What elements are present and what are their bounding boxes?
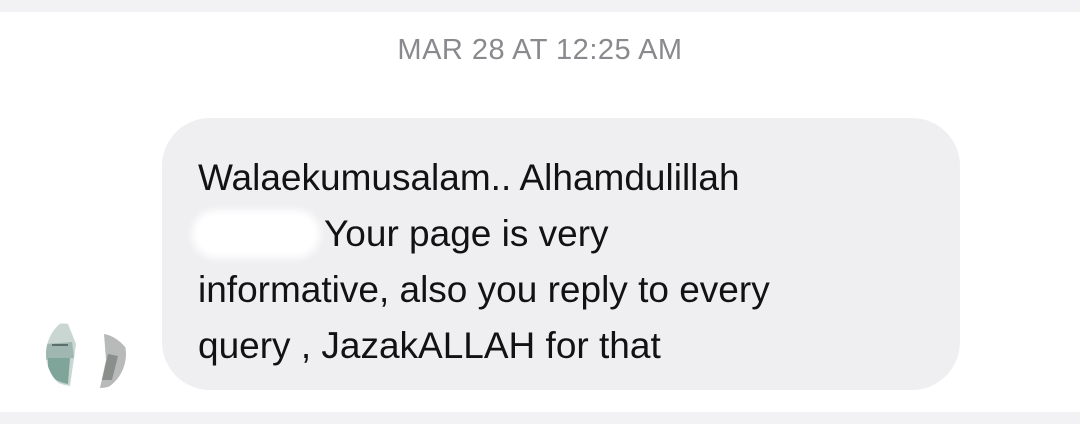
bottom-divider — [0, 412, 1080, 424]
message-line-2: Your page is very — [324, 213, 609, 254]
message-line-2-wrapper: Your page is very — [198, 206, 930, 262]
redacted-name-mark — [198, 216, 314, 252]
message-line-4: query , JazakALLAH for that — [198, 325, 661, 366]
message-timestamp: MAR 28 AT 12:25 AM — [397, 34, 683, 66]
top-divider — [0, 0, 1080, 12]
sender-avatar[interactable] — [46, 314, 126, 394]
message-bubble[interactable]: Walaekumusalam.. Alhamdulillah Your page… — [162, 118, 960, 390]
message-line-3: informative, also you reply to every — [198, 269, 770, 310]
avatar-photo-icon — [46, 314, 126, 394]
message-line-1: Walaekumusalam.. Alhamdulillah — [198, 157, 740, 198]
